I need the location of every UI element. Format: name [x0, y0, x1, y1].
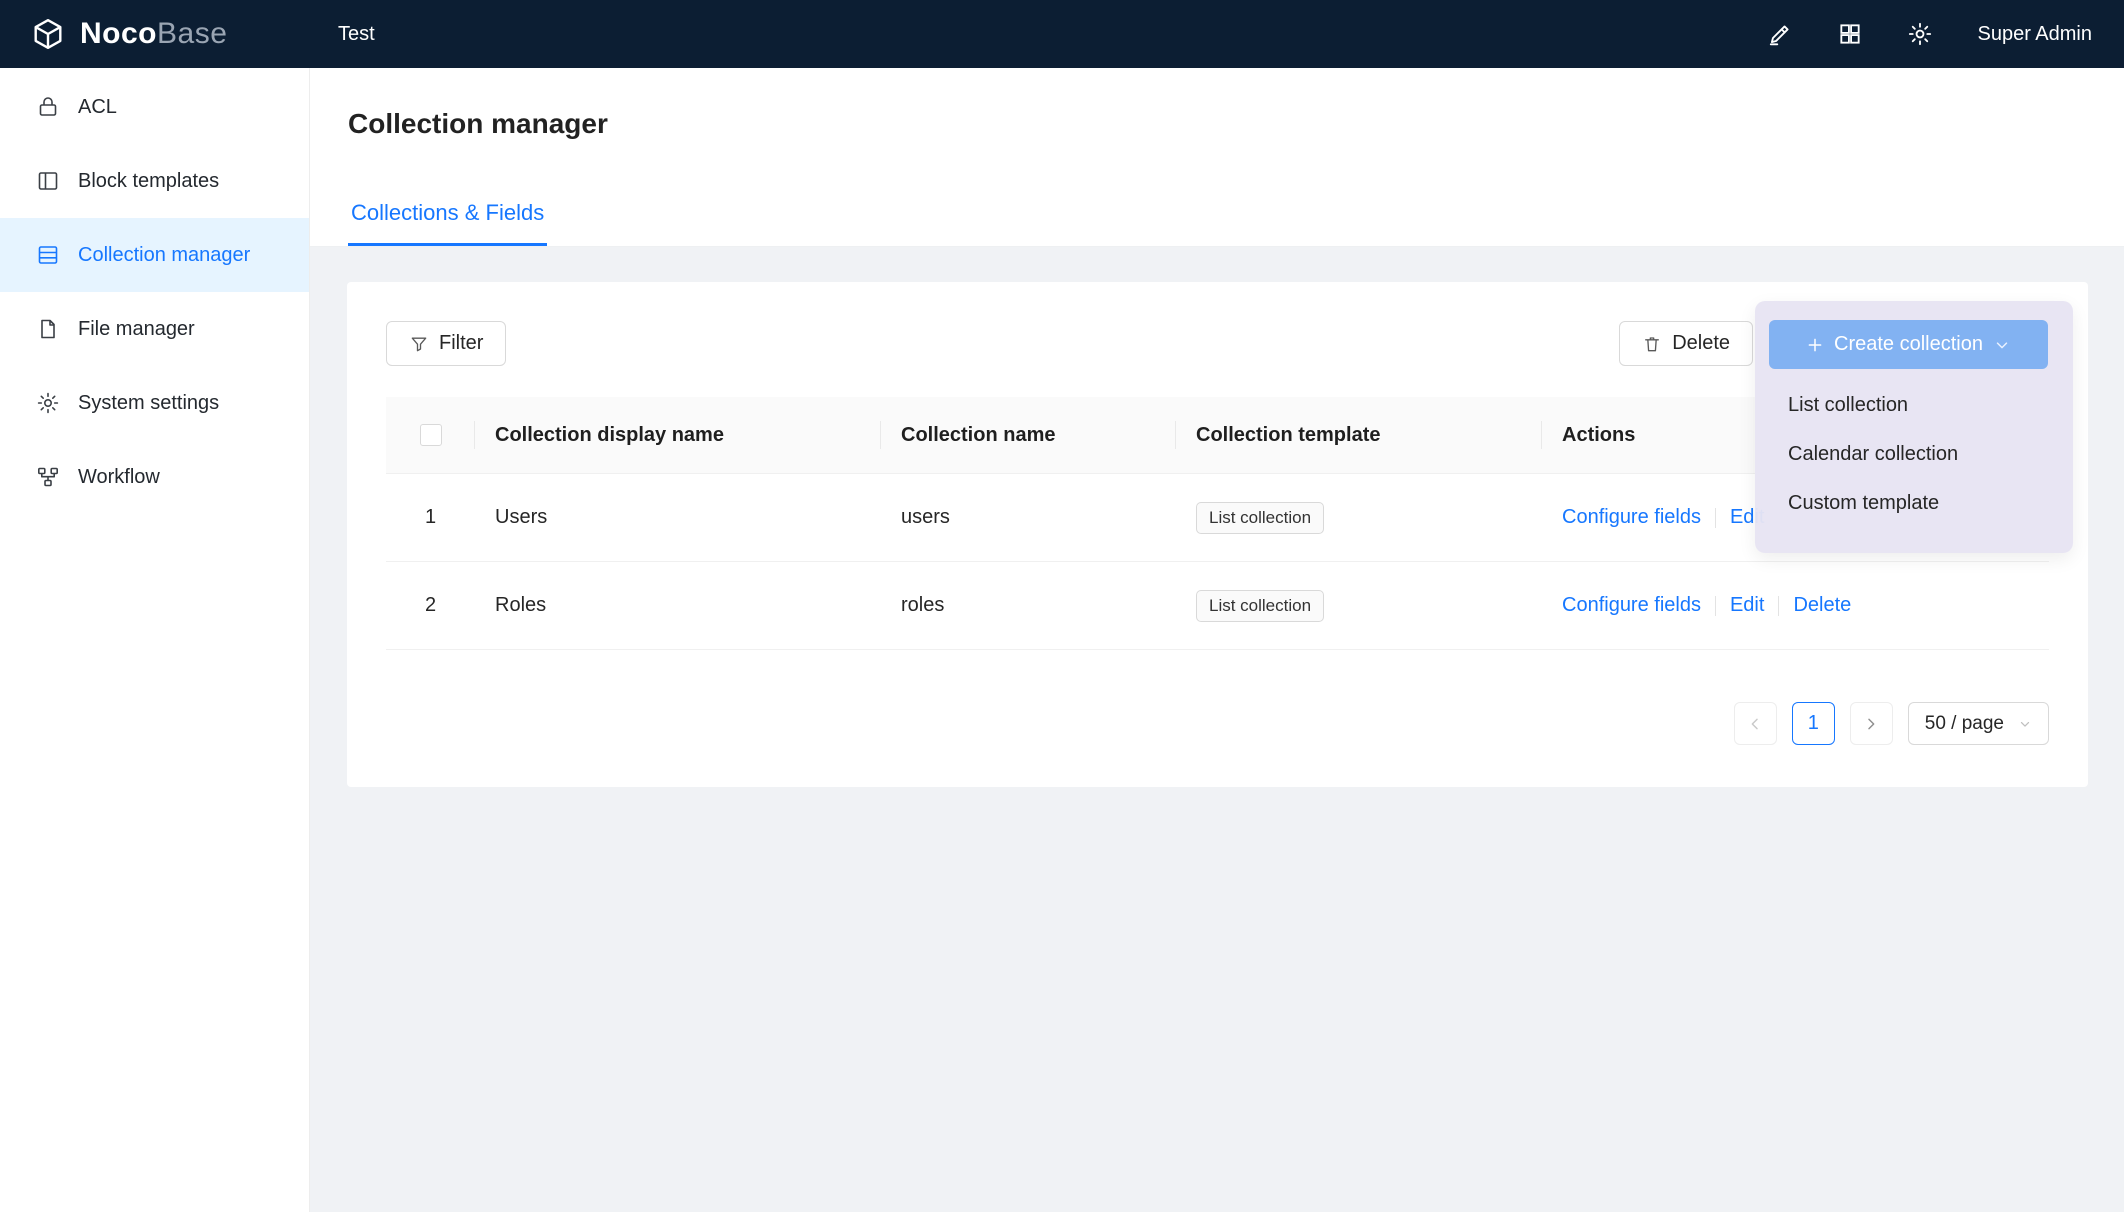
action-divider	[1778, 596, 1779, 616]
page-header: Collection manager Collections & Fields	[310, 68, 2124, 247]
sidebar-item-label: Workflow	[78, 466, 160, 489]
pagination: 1 50 / page	[1734, 702, 2049, 745]
sidebar: ACL Block templates Collection manager F…	[0, 68, 310, 1212]
sidebar-item-file-manager[interactable]: File manager	[0, 292, 309, 366]
column-header-display-name: Collection display name	[475, 424, 881, 447]
menu-item-calendar-collection[interactable]: Calendar collection	[1755, 430, 2073, 479]
file-icon	[36, 317, 60, 341]
action-divider	[1715, 508, 1716, 528]
template-tag: List collection	[1196, 502, 1324, 534]
sidebar-item-label: Block templates	[78, 170, 219, 193]
lock-icon	[36, 95, 60, 119]
cell-collection-template: List collection	[1176, 590, 1542, 622]
select-all-checkbox[interactable]	[420, 424, 442, 446]
user-menu[interactable]: Super Admin	[1977, 23, 2092, 46]
filter-funnel-icon	[409, 334, 429, 354]
configure-fields-link[interactable]: Configure fields	[1562, 594, 1701, 617]
create-collection-menu: List collection Calendar collection Cust…	[1755, 381, 2073, 528]
sidebar-item-collection-manager[interactable]: Collection manager	[0, 218, 309, 292]
sidebar-item-workflow[interactable]: Workflow	[0, 440, 309, 514]
sidebar-item-label: ACL	[78, 96, 117, 119]
edit-link[interactable]: Edit	[1730, 594, 1764, 617]
chevron-down-icon	[2018, 717, 2032, 731]
workflow-icon	[36, 465, 60, 489]
pagination-prev-button[interactable]	[1734, 702, 1777, 745]
chevron-right-icon	[1863, 716, 1879, 732]
create-collection-dropdown-panel: Create collection List collection Calend…	[1755, 301, 2073, 553]
trash-icon	[1642, 334, 1662, 354]
configure-fields-link[interactable]: Configure fields	[1562, 506, 1701, 529]
create-collection-button[interactable]: Create collection	[1769, 320, 2048, 369]
sidebar-item-label: File manager	[78, 318, 195, 341]
sidebar-item-label: System settings	[78, 392, 219, 415]
apps-icon[interactable]	[1837, 21, 1863, 47]
plus-icon	[1806, 336, 1824, 354]
header-checkbox-cell	[386, 424, 475, 446]
cell-actions: Configure fields Edit Delete	[1542, 594, 2049, 617]
chevron-down-icon	[1993, 336, 2011, 354]
layout-icon	[36, 169, 60, 193]
highlighter-icon[interactable]	[1767, 21, 1793, 47]
sidebar-item-system-settings[interactable]: System settings	[0, 366, 309, 440]
sidebar-item-block-templates[interactable]: Block templates	[0, 144, 309, 218]
header-actions: Super Admin	[1767, 21, 2124, 47]
cell-display-name: Users	[475, 506, 881, 529]
action-divider	[1715, 596, 1716, 616]
filter-button[interactable]: Filter	[386, 321, 506, 366]
chevron-left-icon	[1747, 716, 1763, 732]
page-title: Collection manager	[348, 108, 608, 140]
delete-button[interactable]: Delete	[1619, 321, 1753, 366]
brand-logo: NocoBase	[0, 16, 310, 52]
settings-gear-icon	[36, 391, 60, 415]
gear-icon[interactable]	[1907, 21, 1933, 47]
table-row: 2 Roles roles List collection Configure …	[386, 562, 2049, 650]
cell-collection-name: users	[881, 506, 1176, 529]
cell-collection-name: roles	[881, 594, 1176, 617]
cell-display-name: Roles	[475, 594, 881, 617]
brand-text: NocoBase	[80, 17, 227, 51]
cell-collection-template: List collection	[1176, 502, 1542, 534]
sidebar-item-acl[interactable]: ACL	[0, 70, 309, 144]
menu-item-list-collection[interactable]: List collection	[1755, 381, 2073, 430]
column-header-collection-template: Collection template	[1176, 424, 1542, 447]
top-nav-test[interactable]: Test	[310, 0, 403, 68]
nocobase-cube-icon	[30, 16, 66, 52]
pagination-next-button[interactable]	[1850, 702, 1893, 745]
collection-icon	[36, 243, 60, 267]
pagination-page-1[interactable]: 1	[1792, 702, 1835, 745]
collections-card: Filter Delete Create collection List col…	[347, 282, 2088, 787]
template-tag: List collection	[1196, 590, 1324, 622]
main-content: Collection manager Collections & Fields …	[310, 68, 2124, 1212]
sidebar-item-label: Collection manager	[78, 244, 250, 267]
delete-link[interactable]: Delete	[1793, 594, 1851, 617]
top-header: NocoBase Test Super Admin	[0, 0, 2124, 68]
tab-collections-fields[interactable]: Collections & Fields	[348, 200, 547, 246]
page-size-select[interactable]: 50 / page	[1908, 702, 2049, 745]
menu-item-custom-template[interactable]: Custom template	[1755, 479, 2073, 528]
column-header-collection-name: Collection name	[881, 424, 1176, 447]
row-index: 1	[386, 506, 475, 529]
row-index: 2	[386, 594, 475, 617]
